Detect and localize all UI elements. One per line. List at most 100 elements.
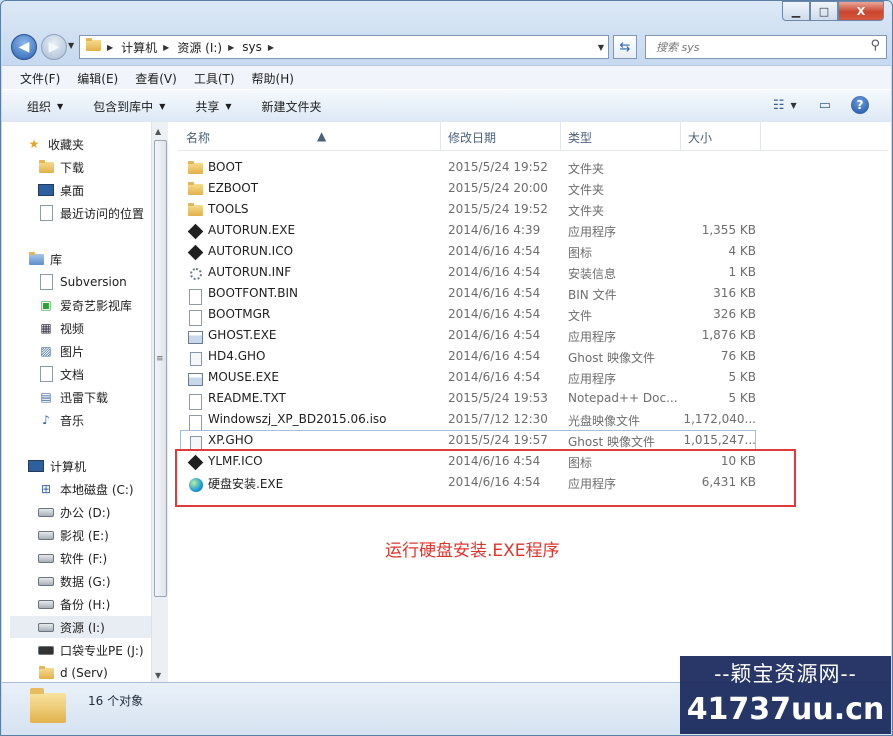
breadcrumb-chevron-icon[interactable]: ▶: [163, 43, 169, 52]
column-divider[interactable]: [760, 122, 761, 150]
nav-xunlei[interactable]: ▤ 迅雷下载: [38, 386, 151, 408]
include-library-button[interactable]: 包含到库中 ▼: [93, 98, 165, 115]
nav-drive-g-label: 数据 (G:): [60, 574, 111, 589]
file-size: 1,015,247...: [683, 433, 756, 447]
maximize-button[interactable]: □: [810, 1, 838, 21]
nav-music[interactable]: ♪ 音乐: [38, 409, 151, 431]
breadcrumb-drive[interactable]: 资源 (I:): [177, 39, 222, 56]
file-row[interactable]: BOOT 2015/5/24 19:52 文件夹: [180, 157, 756, 178]
search-box[interactable]: ⚲: [645, 35, 887, 59]
nav-drive-j[interactable]: 口袋专业PE (J:): [38, 639, 151, 661]
new-folder-button[interactable]: 新建文件夹: [262, 98, 322, 115]
menu-tools[interactable]: 工具(T): [194, 70, 235, 87]
search-input[interactable]: [654, 36, 858, 58]
nav-videos-label: 视频: [60, 321, 85, 336]
column-name[interactable]: 名称: [186, 129, 210, 146]
view-options-icon[interactable]: ☷: [773, 98, 785, 113]
file-row[interactable]: EZBOOT 2015/5/24 20:00 文件夹: [180, 178, 756, 199]
breadcrumb-sys[interactable]: sys: [242, 40, 262, 54]
file-date: 2015/5/24 19:52: [448, 160, 548, 174]
xunlei-icon: ▤: [40, 390, 52, 404]
nav-downloads[interactable]: 下载: [38, 156, 151, 178]
file-date: 2014/6/16 4:54: [448, 286, 541, 300]
navigation-scrollbar[interactable]: ▲ ≡ ▼: [151, 122, 168, 683]
forward-button[interactable]: ▶: [41, 34, 67, 60]
file-row[interactable]: HD4.GHO 2014/6/16 4:54 Ghost 映像文件 76 KB: [180, 346, 756, 367]
scroll-up-icon[interactable]: ▲: [155, 127, 161, 136]
help-icon[interactable]: ?: [851, 96, 869, 114]
file-row[interactable]: MOUSE.EXE 2014/6/16 4:54 应用程序 5 KB: [180, 367, 756, 388]
nav-iqiyi[interactable]: ▣ 爱奇艺影视库: [38, 294, 151, 316]
file-row[interactable]: AUTORUN.ICO 2014/6/16 4:54 图标 4 KB: [180, 241, 756, 262]
file-row[interactable]: BOOTMGR 2014/6/16 4:54 文件 326 KB: [180, 304, 756, 326]
nav-desktop[interactable]: 桌面: [38, 179, 151, 201]
menu-view[interactable]: 查看(V): [135, 70, 177, 87]
file-row[interactable]: AUTORUN.EXE 2014/6/16 4:39 应用程序 1,355 KB: [180, 220, 756, 241]
share-button[interactable]: 共享 ▼: [195, 98, 231, 115]
file-row[interactable]: BOOTFONT.BIN 2014/6/16 4:54 BIN 文件 316 KB: [180, 283, 756, 305]
nav-documents[interactable]: 文档: [38, 363, 151, 385]
nav-drive-e[interactable]: 影视 (E:): [38, 524, 151, 546]
nav-pictures[interactable]: ▨ 图片: [38, 340, 151, 362]
scrollbar-grip-icon: ≡: [156, 354, 164, 364]
nav-favorites[interactable]: ★ 收藏夹: [26, 133, 151, 155]
nav-downloads-label: 下载: [60, 160, 85, 175]
drive-icon: [38, 551, 54, 565]
file-row[interactable]: TOOLS 2015/5/24 19:52 文件夹: [180, 199, 756, 220]
file-date: 2014/6/16 4:54: [448, 328, 541, 342]
file-date: 2015/5/24 20:00: [448, 181, 548, 195]
column-date[interactable]: 修改日期: [448, 129, 496, 146]
file-type: BIN 文件: [568, 288, 617, 302]
view-dropdown-icon[interactable]: ▼: [791, 101, 797, 110]
column-size[interactable]: 大小: [688, 129, 712, 146]
nav-drive-c[interactable]: ⊞ 本地磁盘 (C:): [38, 478, 151, 500]
nav-drive-h[interactable]: 备份 (H:): [38, 593, 151, 615]
breadcrumb-computer[interactable]: 计算机: [121, 39, 157, 56]
menu-edit[interactable]: 编辑(E): [77, 70, 118, 87]
recent-pages-dropdown[interactable]: ▼: [68, 41, 74, 50]
refresh-button[interactable]: ⇆: [613, 35, 637, 59]
file-row[interactable]: README.TXT 2015/5/24 19:53 Notepad++ Doc..…: [180, 388, 756, 410]
recent-places-icon: [38, 205, 54, 221]
preview-pane-icon[interactable]: ▭: [819, 98, 831, 113]
nav-subversion[interactable]: Subversion: [38, 271, 151, 293]
nav-libraries[interactable]: 库: [28, 248, 151, 270]
file-row[interactable]: Windowszj_XP_BD2015.06.iso 2015/7/12 12:3…: [180, 409, 756, 431]
nav-computer[interactable]: 计算机: [28, 455, 151, 477]
file-row[interactable]: AUTORUN.INF 2014/6/16 4:54 安装信息 1 KB: [180, 262, 756, 283]
nav-drive-g[interactable]: 数据 (G:): [38, 570, 151, 592]
nav-recent-places[interactable]: 最近访问的位置: [38, 202, 151, 224]
ghost-file-icon: [188, 349, 203, 366]
nav-drive-d[interactable]: 办公 (D:): [38, 501, 151, 523]
search-icon[interactable]: ⚲: [870, 38, 880, 53]
scrollbar-thumb[interactable]: [154, 140, 167, 597]
address-bar[interactable]: ▶ 计算机 ▶ 资源 (I:) ▶ sys ▶ ▼: [79, 35, 609, 59]
file-row[interactable]: XP.GHO 2015/5/24 19:57 Ghost 映像文件 1,015,247…: [180, 430, 756, 451]
organize-button[interactable]: 组织 ▼: [27, 98, 63, 115]
file-row[interactable]: GHOST.EXE 2014/6/16 4:54 应用程序 1,876 KB: [180, 325, 756, 346]
back-button[interactable]: ◀: [11, 34, 37, 60]
column-type[interactable]: 类型: [568, 129, 592, 146]
drive-icon: [38, 574, 54, 588]
nav-drive-f[interactable]: 软件 (F:): [38, 547, 151, 569]
breadcrumb-chevron-icon[interactable]: ▶: [268, 43, 274, 52]
breadcrumb-chevron-icon[interactable]: ▶: [107, 43, 113, 52]
nav-videos[interactable]: ▦ 视频: [38, 317, 151, 339]
file-type: 图标: [568, 246, 593, 260]
menu-help[interactable]: 帮助(H): [252, 70, 294, 87]
breadcrumb-chevron-icon[interactable]: ▶: [228, 43, 234, 52]
menu-file[interactable]: 文件(F): [20, 70, 60, 87]
file-size: 316 KB: [713, 286, 756, 300]
chevron-down-icon: ▼: [159, 101, 166, 111]
explorer-window: ▁ □ X ◀ ▶ ▼ ▶ 计算机 ▶ 资源 (I:) ▶ sys ▶ ▼ ⇆ …: [0, 0, 893, 736]
file-size: 1,876 KB: [701, 328, 756, 342]
address-dropdown-icon[interactable]: ▼: [598, 43, 604, 52]
scroll-down-icon[interactable]: ▼: [155, 671, 161, 680]
column-divider[interactable]: [560, 122, 561, 150]
column-divider[interactable]: [680, 122, 681, 150]
minimize-button[interactable]: ▁: [782, 1, 810, 21]
column-divider[interactable]: [440, 122, 441, 150]
close-button[interactable]: X: [838, 1, 884, 21]
nav-drive-i[interactable]: 资源 (I:): [10, 616, 151, 638]
nav-network-d[interactable]: d (Serv): [38, 662, 151, 683]
